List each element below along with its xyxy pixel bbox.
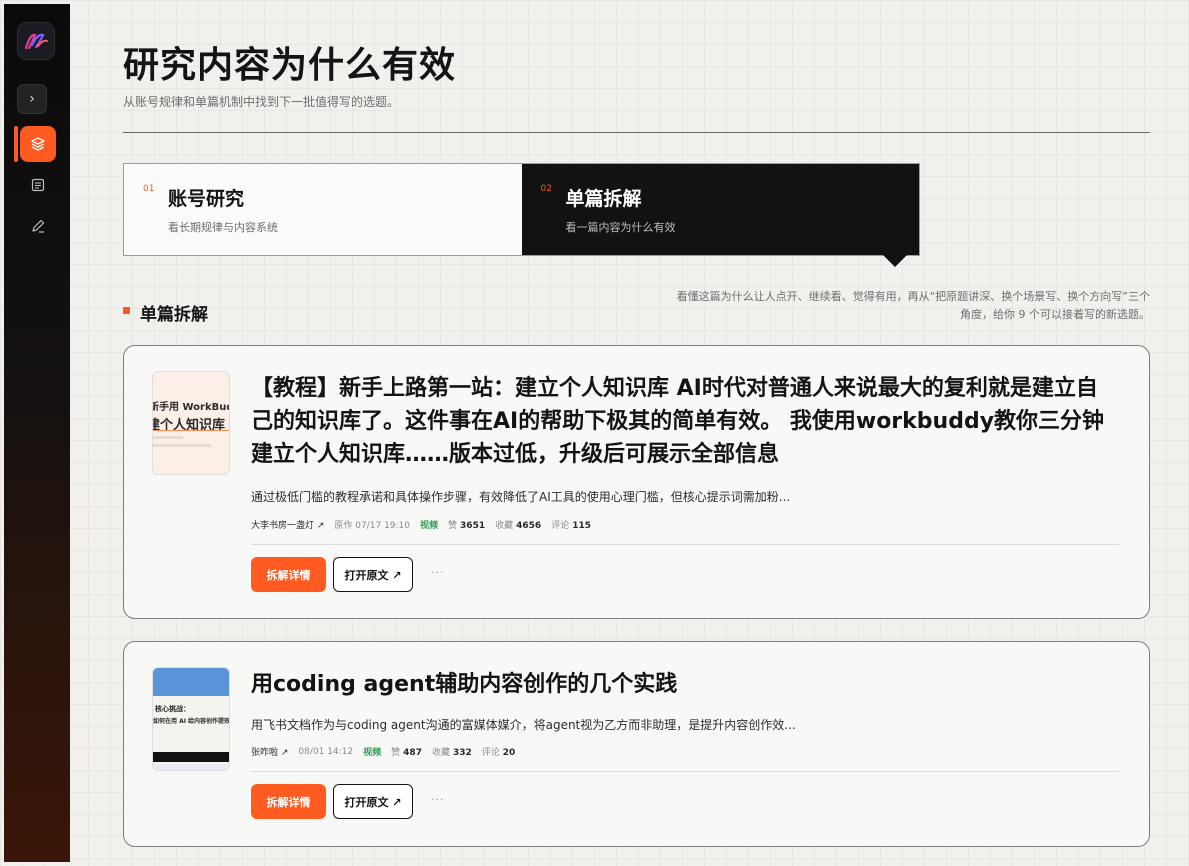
author-link[interactable]: 张咋啦 ↗	[251, 745, 288, 758]
thumbnail-line	[153, 444, 211, 447]
card-divider	[251, 771, 1119, 772]
thumbnail-text: 如何在用 AI 给内容创作提效	[153, 718, 230, 725]
tab-description: 看一篇内容为什么有效	[565, 221, 676, 234]
likes-label: 赞	[391, 748, 401, 758]
tab-description: 看长期规律与内容系统	[168, 221, 278, 234]
author-link[interactable]: 大李书房一盏灯 ↗	[251, 518, 324, 531]
card-meta: 张咋啦 ↗ 08/01 14:12 视频 赞 487 收藏 332 评论 20	[251, 745, 516, 759]
collect-count: 332	[452, 748, 472, 758]
tab-number: 01	[143, 184, 155, 194]
layers-icon	[31, 137, 45, 151]
content-type-tag: 视频	[420, 521, 439, 531]
active-tab-pointer	[883, 255, 907, 267]
sidebar-item-documents[interactable]	[26, 173, 50, 197]
card-summary: 通过极低门槛的教程承诺和具体操作步骤，有效降低了AI工具的使用心理门槛，但核心提…	[251, 490, 791, 504]
mode-tabs: 01 账号研究 看长期规律与内容系统 02 单篇拆解 看一篇内容为什么有效	[123, 163, 920, 256]
card-meta: 大李书房一盏灯 ↗ 原作 07/17 19:10 视频 赞 3651 收藏 4656…	[251, 518, 591, 531]
open-original-button[interactable]: 打开原文 ↗	[333, 784, 413, 819]
sidebar-item-write[interactable]	[26, 214, 50, 238]
active-indicator	[14, 126, 18, 162]
thumbnail-header	[153, 668, 229, 696]
section-title: 单篇拆解	[140, 305, 208, 325]
more-options-button[interactable]: ···	[431, 566, 445, 579]
tab-number: 02	[540, 184, 552, 194]
analysis-detail-button[interactable]: 拆解详情	[251, 784, 326, 819]
card-title[interactable]: 【教程】新手上路第一站：建立个人知识库 AI时代对普通人来说最大的复利就是建立自…	[251, 372, 1119, 471]
more-options-button[interactable]: ···	[431, 793, 445, 806]
post-date: 08/01 14:12	[298, 746, 354, 757]
page-subtitle: 从账号规律和单篇机制中找到下一批值得写的选题。	[123, 95, 400, 109]
post-thumbnail[interactable]: 新手用 WorkBuddy 建个人知识库	[152, 371, 230, 475]
content-type-tag: 视频	[363, 748, 382, 758]
app-frame: › 研究内容为什么有效 从账号规律和单篇机制中找到下一批值得写的选题。 01 账…	[0, 0, 1189, 866]
header-divider	[123, 132, 1150, 133]
likes-count: 487	[403, 748, 422, 758]
comment-stat: 评论 20	[482, 745, 516, 758]
thumbnail-text: 核心挑战：	[155, 705, 190, 713]
thumbnail-caption-bar	[153, 752, 229, 762]
thumbnail-text: 新手用 WorkBuddy	[152, 402, 229, 413]
collect-count: 4656	[516, 521, 542, 531]
comment-label: 评论	[481, 748, 500, 758]
pen-icon	[32, 219, 45, 233]
thumbnail-footer	[153, 764, 229, 770]
tab-single-analysis[interactable]: 02 单篇拆解 看一篇内容为什么有效	[521, 164, 919, 255]
post-date: 原作 07/17 19:10	[334, 521, 411, 531]
card-divider	[251, 544, 1119, 545]
collect-label: 收藏	[431, 748, 450, 758]
tab-title: 单篇拆解	[565, 188, 642, 210]
comment-count: 20	[502, 748, 516, 758]
document-icon	[31, 178, 45, 192]
sidebar-item-research[interactable]	[20, 126, 56, 162]
sidebar-expand-button[interactable]: ›	[17, 84, 47, 114]
logo-mark-icon	[24, 33, 48, 50]
analysis-card: 新手用 WorkBuddy 建个人知识库 【教程】新手上路第一站：建立个人知识库…	[123, 345, 1150, 619]
comment-stat: 评论 115	[551, 518, 591, 531]
section-marker	[123, 307, 130, 314]
analysis-detail-button[interactable]: 拆解详情	[251, 557, 326, 592]
likes-label: 赞	[448, 521, 458, 531]
thumbnail-divider	[153, 430, 229, 431]
page-title: 研究内容为什么有效	[123, 45, 457, 86]
card-title[interactable]: 用coding agent辅助内容创作的几个实践	[251, 668, 1119, 701]
comment-label: 评论	[551, 521, 570, 531]
card-summary: 用飞书文档作为与coding agent沟通的富媒体媒介，将agent视为乙方而…	[251, 718, 796, 732]
section-description: 看懂这篇为什么让人点开、继续看、觉得有用，再从“把原题讲深、换个场景写、换个方向…	[676, 290, 1150, 321]
chevron-right-icon: ›	[29, 91, 35, 107]
likes-count: 3651	[460, 521, 486, 531]
collect-label: 收藏	[495, 521, 514, 531]
thumbnail-line	[153, 436, 183, 439]
comment-count: 115	[572, 521, 591, 531]
app-logo[interactable]	[17, 22, 55, 60]
analysis-card: 核心挑战： 如何在用 AI 给内容创作提效 用coding agent辅助内容创…	[123, 641, 1150, 847]
sidebar: ›	[4, 4, 70, 862]
collect-stat: 收藏 4656	[495, 518, 541, 531]
likes-stat: 赞 487	[391, 745, 422, 758]
collect-stat: 收藏 332	[432, 745, 472, 758]
likes-stat: 赞 3651	[448, 518, 485, 531]
tab-account-research[interactable]: 01 账号研究 看长期规律与内容系统	[124, 164, 522, 255]
open-original-button[interactable]: 打开原文 ↗	[333, 557, 413, 592]
tab-title: 账号研究	[168, 188, 245, 210]
post-thumbnail[interactable]: 核心挑战： 如何在用 AI 给内容创作提效	[152, 667, 230, 771]
